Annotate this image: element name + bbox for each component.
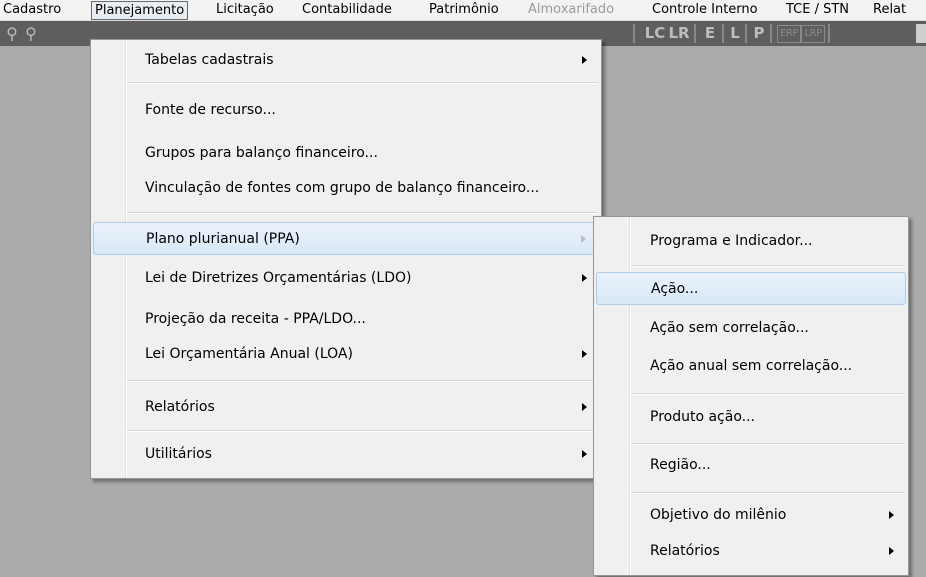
submenu-item-regiao[interactable]: Região...: [596, 449, 906, 482]
submenu-arrow-icon: [889, 511, 894, 519]
menu-item-plano-plurianual[interactable]: Plano plurianual (PPA): [93, 222, 599, 255]
menu-item-utilitarios[interactable]: Utilitários: [93, 438, 599, 471]
menu-item-tabelas-cadastrais[interactable]: Tabelas cadastrais: [93, 44, 599, 77]
toolbar-separator: [770, 24, 772, 43]
menu-item-label: Objetivo do milênio: [650, 507, 787, 523]
ppa-submenu: Programa e Indicador... Ação... Ação sem…: [593, 216, 909, 576]
menu-separator: [127, 380, 598, 382]
menu-item-label: Programa e Indicador...: [650, 233, 813, 249]
submenu-item-produto-acao[interactable]: Produto ação...: [596, 401, 906, 434]
menu-item-projecao-receita[interactable]: Projeção da receita - PPA/LDO...: [93, 303, 599, 336]
toolbar-overflow-icon[interactable]: [916, 24, 926, 43]
lc-icon[interactable]: LC: [642, 24, 668, 43]
erp-icon[interactable]: ERP: [777, 25, 801, 43]
menu-separator: [631, 492, 905, 494]
menu-patrimonio[interactable]: Patrimônio: [429, 0, 499, 20]
lrp-icon[interactable]: LRP: [801, 25, 825, 43]
menu-item-label: Projeção da receita - PPA/LDO...: [145, 311, 366, 327]
menu-item-label: Lei de Diretrizes Orçamentárias (LDO): [145, 270, 412, 286]
menu-item-grupos-balanco[interactable]: Grupos para balanço financeiro...: [93, 137, 599, 170]
l-icon[interactable]: L: [728, 24, 742, 43]
menu-cadastro[interactable]: Cadastro: [3, 0, 61, 20]
menu-separator: [127, 430, 598, 432]
submenu-item-acao[interactable]: Ação...: [596, 272, 906, 305]
menu-relatorios[interactable]: Relat: [873, 0, 906, 20]
menu-item-label: Tabelas cadastrais: [145, 52, 274, 68]
menu-separator: [127, 212, 598, 214]
menu-separator: [631, 443, 905, 445]
submenu-arrow-icon: [581, 235, 586, 243]
lr-icon[interactable]: LR: [668, 24, 690, 43]
submenu-item-acao-sem-correlacao[interactable]: Ação sem correlação...: [596, 312, 906, 345]
menu-separator: [127, 82, 598, 84]
menu-item-label: Ação...: [651, 281, 699, 297]
submenu-arrow-icon: [582, 56, 587, 64]
menu-tce-stn[interactable]: TCE / STN: [786, 0, 849, 20]
menu-item-label: Ação anual sem correlação...: [650, 358, 853, 374]
toolbar-separator: [745, 24, 747, 43]
menu-licitacao[interactable]: Licitação: [216, 0, 274, 20]
menu-item-label: Relatórios: [145, 399, 215, 415]
menu-controle-interno[interactable]: Controle Interno: [652, 0, 758, 20]
menu-item-fonte-de-recurso[interactable]: Fonte de recurso...: [93, 94, 599, 127]
menu-item-label: Lei Orçamentária Anual (LOA): [145, 346, 353, 362]
toolbar-separator: [828, 24, 830, 43]
menu-item-vinculacao-fontes[interactable]: Vinculação de fontes com grupo de balanç…: [93, 172, 599, 205]
submenu-item-relatorios[interactable]: Relatórios: [596, 535, 906, 568]
submenu-arrow-icon: [582, 403, 587, 411]
key-icon[interactable]: ⚲: [23, 24, 39, 43]
menu-planejamento[interactable]: Planejamento: [91, 1, 189, 20]
menu-separator: [631, 265, 905, 267]
menu-item-label: Fonte de recurso...: [145, 102, 276, 118]
p-icon[interactable]: P: [752, 24, 766, 43]
menu-bar: Cadastro Planejamento Licitação Contabil…: [0, 0, 926, 21]
e-icon[interactable]: E: [702, 24, 718, 43]
toolbar-separator: [722, 24, 724, 43]
submenu-item-acao-anual-sem-correlacao[interactable]: Ação anual sem correlação...: [596, 350, 906, 383]
menu-item-label: Relatórios: [650, 543, 720, 559]
submenu-arrow-icon: [582, 350, 587, 358]
menu-item-label: Utilitários: [145, 446, 212, 462]
menu-contabilidade[interactable]: Contabilidade: [302, 0, 392, 20]
key-icon[interactable]: ⚲: [4, 24, 20, 43]
menu-item-label: Vinculação de fontes com grupo de balanç…: [145, 180, 540, 196]
menu-item-relatorios[interactable]: Relatórios: [93, 391, 599, 424]
planejamento-menu: Tabelas cadastrais Fonte de recurso... G…: [90, 39, 602, 479]
submenu-arrow-icon: [889, 547, 894, 555]
toolbar-separator: [694, 24, 696, 43]
menu-item-loa[interactable]: Lei Orçamentária Anual (LOA): [93, 338, 599, 371]
submenu-arrow-icon: [582, 450, 587, 458]
menu-separator: [631, 393, 905, 395]
toolbar-separator: [633, 24, 635, 43]
menu-item-label: Plano plurianual (PPA): [146, 231, 300, 247]
menu-item-label: Produto ação...: [650, 409, 755, 425]
menu-item-label: Ação sem correlação...: [650, 320, 809, 336]
menu-item-ldo[interactable]: Lei de Diretrizes Orçamentárias (LDO): [93, 262, 599, 295]
submenu-item-programa-indicador[interactable]: Programa e Indicador...: [596, 225, 906, 258]
submenu-arrow-icon: [582, 274, 587, 282]
menu-item-label: Grupos para balanço financeiro...: [145, 145, 378, 161]
menu-almoxarifado: Almoxarifado: [528, 2, 615, 17]
menu-item-label: Região...: [650, 457, 711, 473]
submenu-item-objetivo-milenio[interactable]: Objetivo do milênio: [596, 499, 906, 532]
